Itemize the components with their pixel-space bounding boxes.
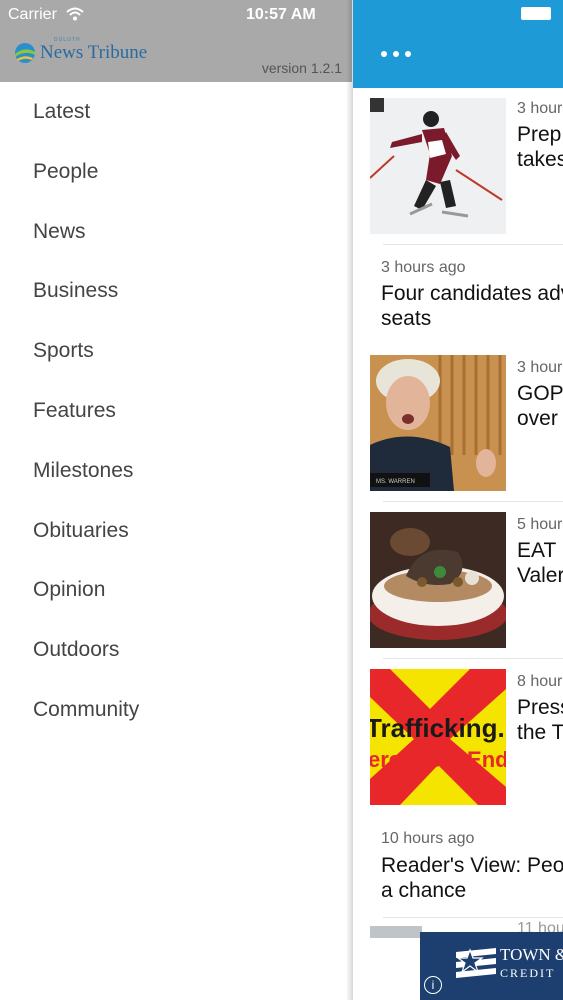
ad-info-icon[interactable]: i	[424, 976, 442, 994]
article-time: 3 hour	[517, 100, 563, 117]
article-headline: a chance	[381, 879, 467, 902]
article-list: 3 hour Prep takes 3 hours ago Four candi…	[353, 88, 563, 958]
article-row[interactable]: 10 hours ago Reader's View: Peo a chance	[353, 816, 563, 918]
more-menu-button[interactable]	[381, 48, 411, 62]
status-time: 10:57 AM	[246, 6, 316, 23]
wifi-icon	[66, 7, 84, 21]
menu-list: Latest People News Business Sports Featu…	[0, 82, 352, 740]
skier-thumbnail	[370, 98, 506, 234]
article-time: 10 hours ago	[381, 830, 475, 847]
menu-item-sports[interactable]: Sports	[0, 321, 352, 381]
dot-icon	[381, 51, 387, 57]
senator-thumbnail: MS. WARREN	[370, 355, 506, 491]
menu-item-milestones[interactable]: Milestones	[0, 441, 352, 501]
menu-header: Carrier 10:57 AM DULUTH News Tribune ver…	[0, 0, 352, 82]
article-headline: Four candidates adv	[381, 282, 563, 305]
article-time: 8 hour	[517, 673, 563, 690]
ad-text: TOWN & CREDIT	[500, 946, 563, 982]
menu-item-business[interactable]: Business	[0, 261, 352, 321]
article-row[interactable]: 3 hours ago Four candidates adv seats	[353, 245, 563, 345]
article-row[interactable]: 3 hour Prep takes	[353, 88, 563, 245]
article-headline: Prep	[517, 123, 562, 146]
ad-line: CREDIT	[500, 966, 556, 980]
article-headline: EAT I	[517, 539, 563, 562]
svg-text:MS. WARREN: MS. WARREN	[376, 479, 415, 485]
battery-icon	[521, 7, 551, 20]
menu-item-opinion[interactable]: Opinion	[0, 560, 352, 620]
menu-item-latest[interactable]: Latest	[0, 82, 352, 142]
food-thumbnail	[370, 512, 506, 648]
logo-text: News Tribune	[40, 42, 148, 63]
menu-item-people[interactable]: People	[0, 142, 352, 202]
menu-item-features[interactable]: Features	[0, 381, 352, 441]
dot-icon	[393, 51, 399, 57]
article-row[interactable]: MS. WARREN 3 hour GOP over	[353, 345, 563, 502]
article-headline: seats	[381, 307, 432, 330]
article-time: 3 hour	[517, 359, 563, 376]
menu-item-news[interactable]: News	[0, 202, 352, 262]
article-headline: Reader's View: Peo	[381, 854, 563, 877]
menu-item-obituaries[interactable]: Obituaries	[0, 501, 352, 561]
menu-item-community[interactable]: Community	[0, 680, 352, 740]
article-headline: over	[517, 407, 558, 430]
article-headline: the T	[517, 721, 563, 744]
partial-thumbnail	[370, 926, 422, 938]
article-time: 3 hours ago	[381, 259, 466, 276]
article-row[interactable]: Trafficking. ere. Help End 8 hour Press …	[353, 659, 563, 816]
flag-star-icon	[456, 948, 496, 978]
version-label: version 1.2.1	[261, 60, 342, 76]
article-headline: GOP	[517, 382, 563, 405]
dot-icon	[405, 51, 411, 57]
article-row[interactable]: 5 hour EAT I Valer	[353, 502, 563, 659]
article-headline: takes	[517, 148, 563, 171]
side-menu: Carrier 10:57 AM DULUTH News Tribune ver…	[0, 0, 352, 1000]
news-feed-panel: 3 hour Prep takes 3 hours ago Four candi…	[353, 0, 563, 1000]
article-headline: Valer	[517, 564, 563, 587]
trafficking-sign-thumbnail: Trafficking. ere. Help End	[370, 669, 506, 805]
top-navigation-bar	[353, 0, 563, 88]
banner-ad[interactable]: TOWN & CREDIT i	[420, 932, 563, 1000]
menu-item-outdoors[interactable]: Outdoors	[0, 620, 352, 680]
globe-logo-icon	[15, 43, 35, 63]
carrier-label: Carrier	[8, 6, 57, 23]
ad-line: TOWN &	[500, 945, 563, 964]
svg-text:Trafficking.: Trafficking.	[370, 713, 505, 743]
article-headline: Press	[517, 696, 563, 719]
svg-text:ere. Help End: ere. Help End	[370, 747, 506, 772]
article-time: 5 hour	[517, 516, 563, 533]
